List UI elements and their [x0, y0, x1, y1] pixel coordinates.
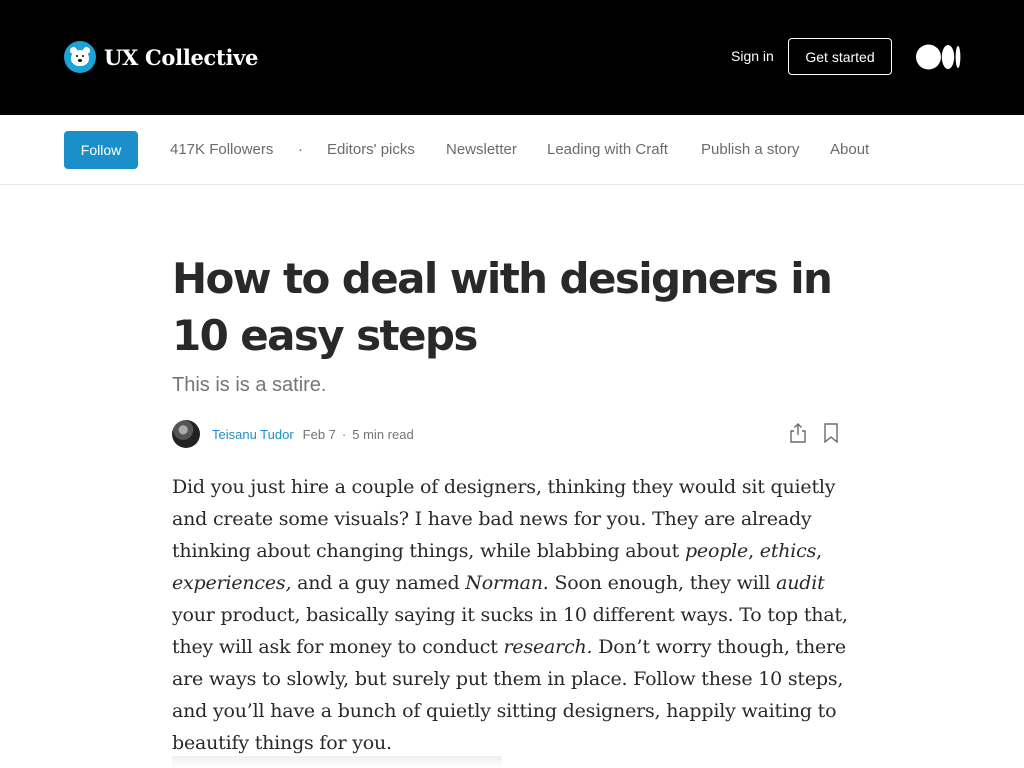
publication-nav: Follow 417K Followers · Editors' picks N…	[0, 115, 1024, 185]
nav-about[interactable]: About	[830, 141, 869, 158]
nav-separator: ·	[298, 141, 303, 158]
followers-count-link[interactable]: 417K Followers	[170, 141, 273, 158]
brand-link[interactable]: UX Collective	[64, 41, 258, 73]
follow-button[interactable]: Follow	[64, 131, 138, 169]
nav-leading-with-craft[interactable]: Leading with Craft	[547, 141, 668, 158]
site-header: UX Collective Sign in Get started	[0, 0, 1024, 115]
share-icon[interactable]	[788, 422, 808, 444]
author-name-link[interactable]: Teisanu Tudor	[212, 427, 294, 442]
article-paragraph: Did you just hire a couple of designers,…	[172, 476, 848, 754]
medium-logo-icon[interactable]	[916, 44, 961, 70]
meta-separator: ·	[341, 426, 347, 442]
article-meta: Teisanu Tudor Feb 7 · 5 min read	[172, 420, 842, 448]
next-paragraph-cutoff	[172, 756, 502, 768]
nav-publish-a-story[interactable]: Publish a story	[701, 141, 799, 158]
article-title: How to deal with designers in 10 easy st…	[172, 254, 833, 360]
get-started-button[interactable]: Get started	[788, 38, 892, 75]
article-header: How to deal with designers in 10 easy st…	[172, 250, 852, 448]
article-subtitle: This is is a satire.	[172, 374, 327, 396]
bookmark-icon[interactable]	[823, 423, 839, 443]
nav-newsletter[interactable]: Newsletter	[446, 141, 517, 158]
publish-date: Feb 7	[302, 426, 336, 442]
sign-in-link[interactable]: Sign in	[731, 48, 774, 64]
nav-editors-picks[interactable]: Editors' picks	[327, 141, 415, 158]
emphasis: experiences,	[172, 572, 292, 594]
brand-name: UX Collective	[104, 44, 259, 70]
author-avatar[interactable]	[172, 420, 200, 448]
emphasis: people	[684, 540, 749, 562]
emphasis: audit	[776, 572, 825, 594]
emphasis: Norman.	[465, 572, 549, 594]
read-time: 5 min read	[352, 426, 414, 442]
polar-bear-logo-icon	[64, 41, 96, 73]
emphasis: research.	[503, 636, 593, 658]
emphasis: ethics	[759, 540, 817, 562]
